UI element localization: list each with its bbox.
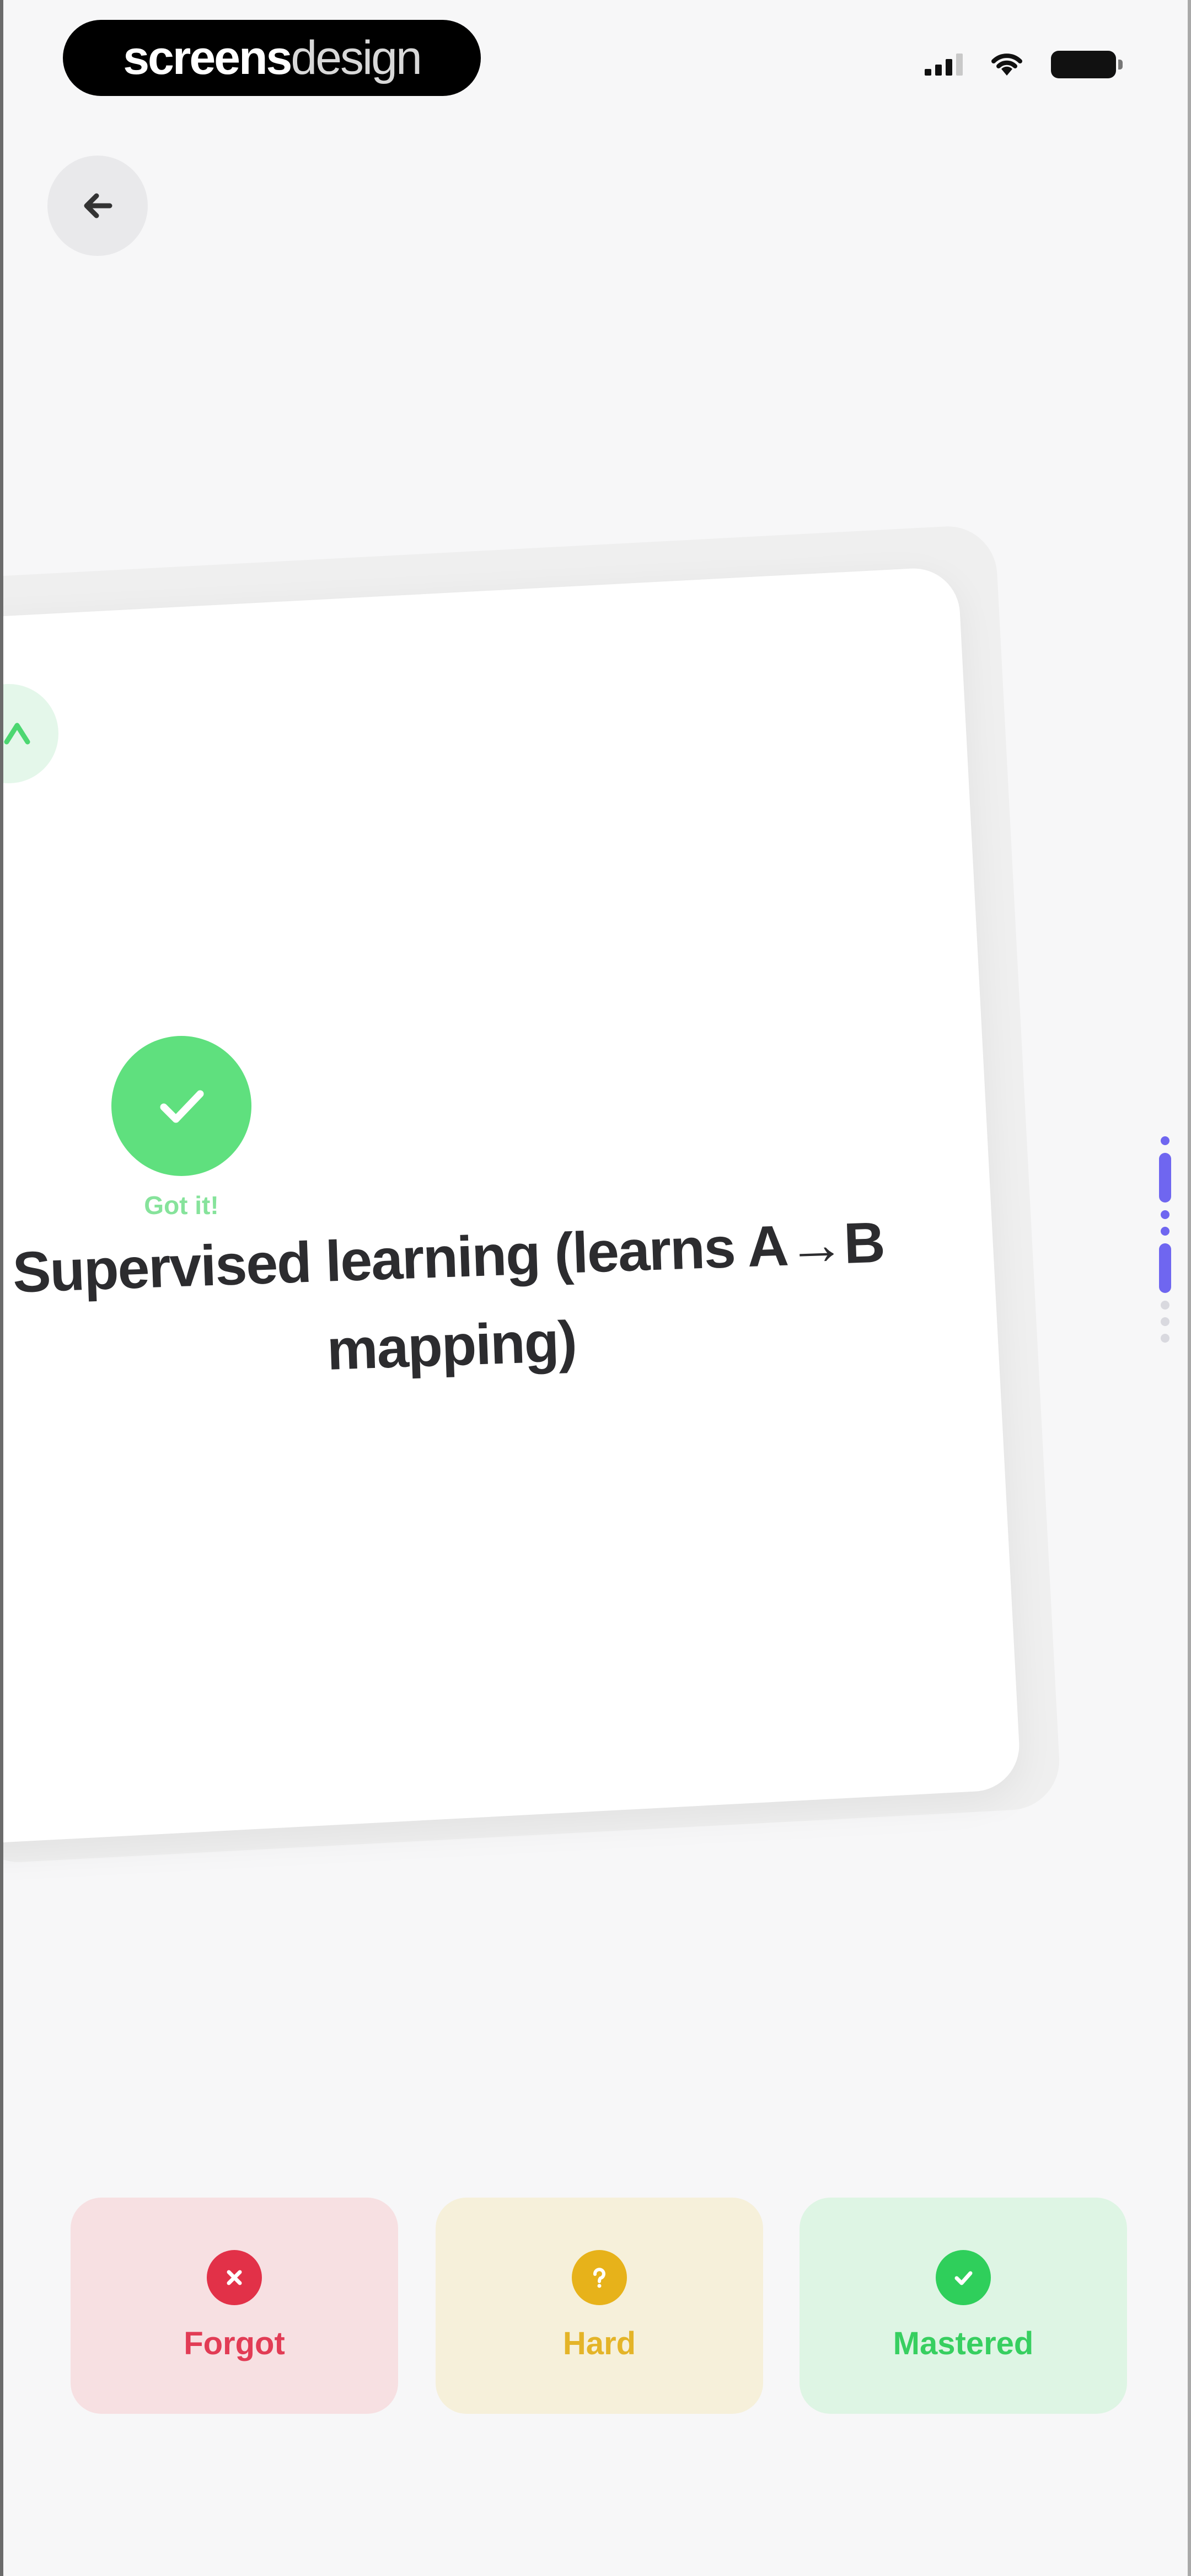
brand-watermark: screens design [63,20,481,96]
card-progress-indicator [1159,1136,1171,1343]
back-button[interactable] [47,156,148,256]
card-answer-text: Supervised learning (learns A→B mapping) [12,1210,886,1382]
mastered-label: Mastered [893,2325,1034,2361]
forgot-label: Forgot [184,2325,285,2361]
progress-dot [1161,1227,1169,1236]
arrow-up-icon [4,723,30,745]
brand-text-bold: screens [123,31,292,84]
status-icons [925,51,1123,78]
check-circle-icon [936,2249,991,2305]
progress-dot [1161,1210,1169,1219]
progress-dot [1161,1317,1169,1326]
check-icon [160,1090,204,1123]
arrow-left-icon [84,193,112,218]
signal-icon [925,54,963,76]
battery-icon [1051,51,1123,78]
hard-button[interactable]: Hard [436,2198,763,2414]
hard-label: Hard [562,2325,636,2361]
got-it-badge [111,1036,251,1176]
question-circle-icon [572,2249,627,2305]
flashcard-screen: screens design Got it! Supervised learnin… [0,0,1191,2576]
progress-bar-segment [1159,1243,1171,1293]
brand-text-light: design [291,31,422,84]
x-circle-icon [207,2249,262,2305]
progress-bar-segment [1159,1153,1171,1203]
got-it-label: Got it! [144,1191,219,1220]
progress-dot [1161,1334,1169,1343]
forgot-button[interactable]: Forgot [71,2198,398,2414]
mastered-button[interactable]: Mastered [800,2198,1127,2414]
wifi-icon [991,54,1022,76]
progress-dot [1161,1136,1169,1145]
progress-dot [1161,1301,1169,1310]
